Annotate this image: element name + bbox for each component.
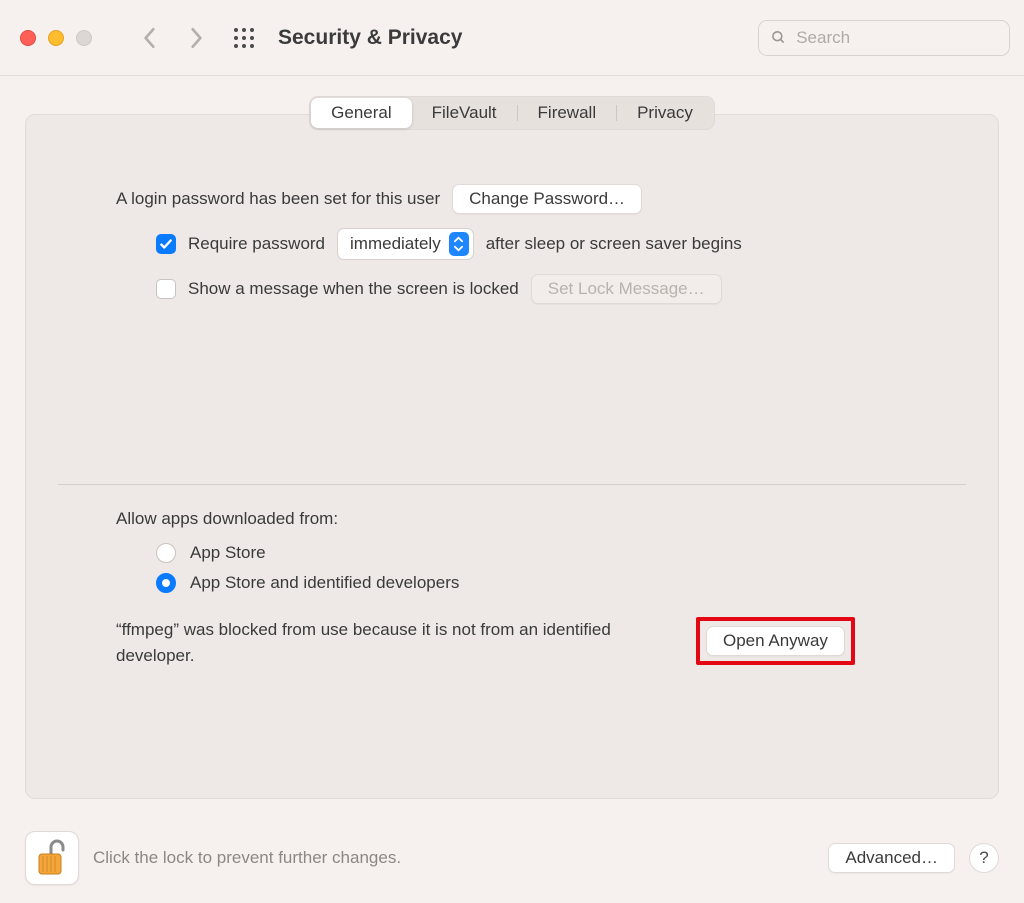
window-controls	[20, 30, 92, 46]
forward-button	[178, 20, 214, 56]
blocked-app-message: “ffmpeg” was blocked from use because it…	[116, 617, 676, 668]
login-password-label: A login password has been set for this u…	[116, 189, 440, 209]
tab-firewall[interactable]: Firewall	[518, 98, 617, 128]
tab-filevault[interactable]: FileVault	[412, 98, 517, 128]
lock-button[interactable]	[25, 831, 79, 885]
radio-app-store[interactable]	[156, 543, 176, 563]
password-delay-select[interactable]: immediately	[337, 228, 474, 260]
toolbar: Security & Privacy	[0, 0, 1024, 76]
password-delay-value: immediately	[350, 234, 441, 254]
search-icon	[771, 29, 786, 46]
tab-bar: General FileVault Firewall Privacy	[309, 96, 715, 130]
unlocked-padlock-icon	[34, 838, 70, 878]
divider	[58, 484, 966, 485]
show-message-checkbox[interactable]	[156, 279, 176, 299]
check-icon	[159, 237, 173, 251]
require-password-checkbox[interactable]	[156, 234, 176, 254]
minimize-window-button[interactable]	[48, 30, 64, 46]
open-anyway-highlight: Open Anyway	[696, 617, 855, 665]
select-stepper-icon	[449, 232, 469, 256]
window-title: Security & Privacy	[278, 26, 462, 50]
lock-hint-label: Click the lock to prevent further change…	[93, 848, 401, 868]
allow-apps-heading: Allow apps downloaded from:	[116, 509, 908, 529]
settings-panel: General FileVault Firewall Privacy A log…	[25, 114, 999, 799]
radio-identified-developers-label: App Store and identified developers	[190, 573, 459, 593]
tab-general[interactable]: General	[311, 98, 411, 128]
tab-privacy[interactable]: Privacy	[617, 98, 713, 128]
after-sleep-label: after sleep or screen saver begins	[486, 234, 742, 254]
search-field[interactable]	[758, 20, 1010, 56]
search-input[interactable]	[794, 27, 997, 49]
set-lock-message-button: Set Lock Message…	[531, 274, 722, 304]
close-window-button[interactable]	[20, 30, 36, 46]
change-password-button[interactable]: Change Password…	[452, 184, 642, 214]
advanced-button[interactable]: Advanced…	[828, 843, 955, 873]
show-message-label: Show a message when the screen is locked	[188, 279, 519, 299]
open-anyway-button[interactable]: Open Anyway	[706, 626, 845, 656]
back-button[interactable]	[132, 20, 168, 56]
require-password-label: Require password	[188, 234, 325, 254]
help-button[interactable]: ?	[969, 843, 999, 873]
show-all-prefs-icon[interactable]	[232, 26, 256, 50]
zoom-window-button	[76, 30, 92, 46]
radio-app-store-label: App Store	[190, 543, 266, 563]
radio-identified-developers[interactable]	[156, 573, 176, 593]
